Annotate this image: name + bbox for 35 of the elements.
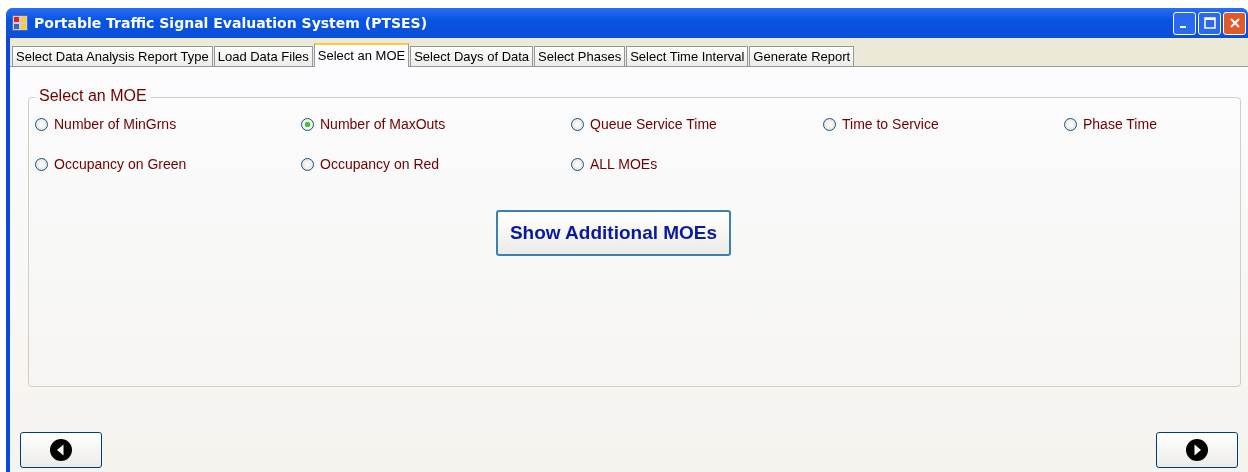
radio-button[interactable]	[35, 117, 48, 131]
tab[interactable]: Select Time Interval	[626, 46, 749, 66]
radio-label[interactable]: Number of MaxOuts	[320, 116, 446, 132]
radio-label[interactable]: ALL MOEs	[590, 156, 658, 172]
radio-label[interactable]: Phase Time	[1083, 116, 1157, 132]
tab[interactable]: Select Data Analysis Report Type	[12, 46, 213, 66]
window-title: Portable Traffic Signal Evaluation System (PTSES)	[34, 15, 429, 31]
tab[interactable]: Select Days of Data	[410, 46, 534, 66]
radio-button[interactable]	[571, 117, 584, 131]
maximize-button[interactable]	[1198, 11, 1221, 35]
minimize-icon	[1179, 26, 1186, 28]
radio-label[interactable]: Queue Service Time	[590, 116, 717, 132]
tab[interactable]: Select Phases	[534, 46, 626, 66]
group-title: Select an MOE	[35, 87, 151, 105]
radio-label[interactable]: Occupancy on Green	[54, 156, 187, 172]
tab[interactable]: Generate Report	[749, 46, 855, 66]
tab[interactable]: Load Data Files	[213, 46, 313, 66]
radio-button[interactable]	[571, 157, 584, 171]
minimize-button[interactable]	[1173, 11, 1196, 35]
close-button[interactable]	[1223, 11, 1246, 35]
radio-label[interactable]: Number of MinGrns	[54, 116, 177, 132]
radio-button[interactable]	[1064, 117, 1077, 131]
radio-button[interactable]	[301, 157, 314, 171]
close-icon	[1228, 17, 1241, 29]
back-button[interactable]	[20, 432, 102, 468]
show-more-button[interactable]: Show Additional MOEs	[495, 210, 732, 256]
app-icon	[12, 15, 28, 31]
radio-label[interactable]: Occupancy on Red	[320, 156, 440, 172]
maximize-icon	[1203, 17, 1216, 29]
radio-label[interactable]: Time to Service	[842, 116, 939, 132]
radio-button[interactable]	[35, 157, 48, 171]
next-button[interactable]	[1156, 432, 1238, 468]
tab[interactable]: Select an MOE	[313, 43, 410, 67]
radio-button[interactable]	[301, 117, 314, 131]
radio-button[interactable]	[823, 117, 836, 131]
